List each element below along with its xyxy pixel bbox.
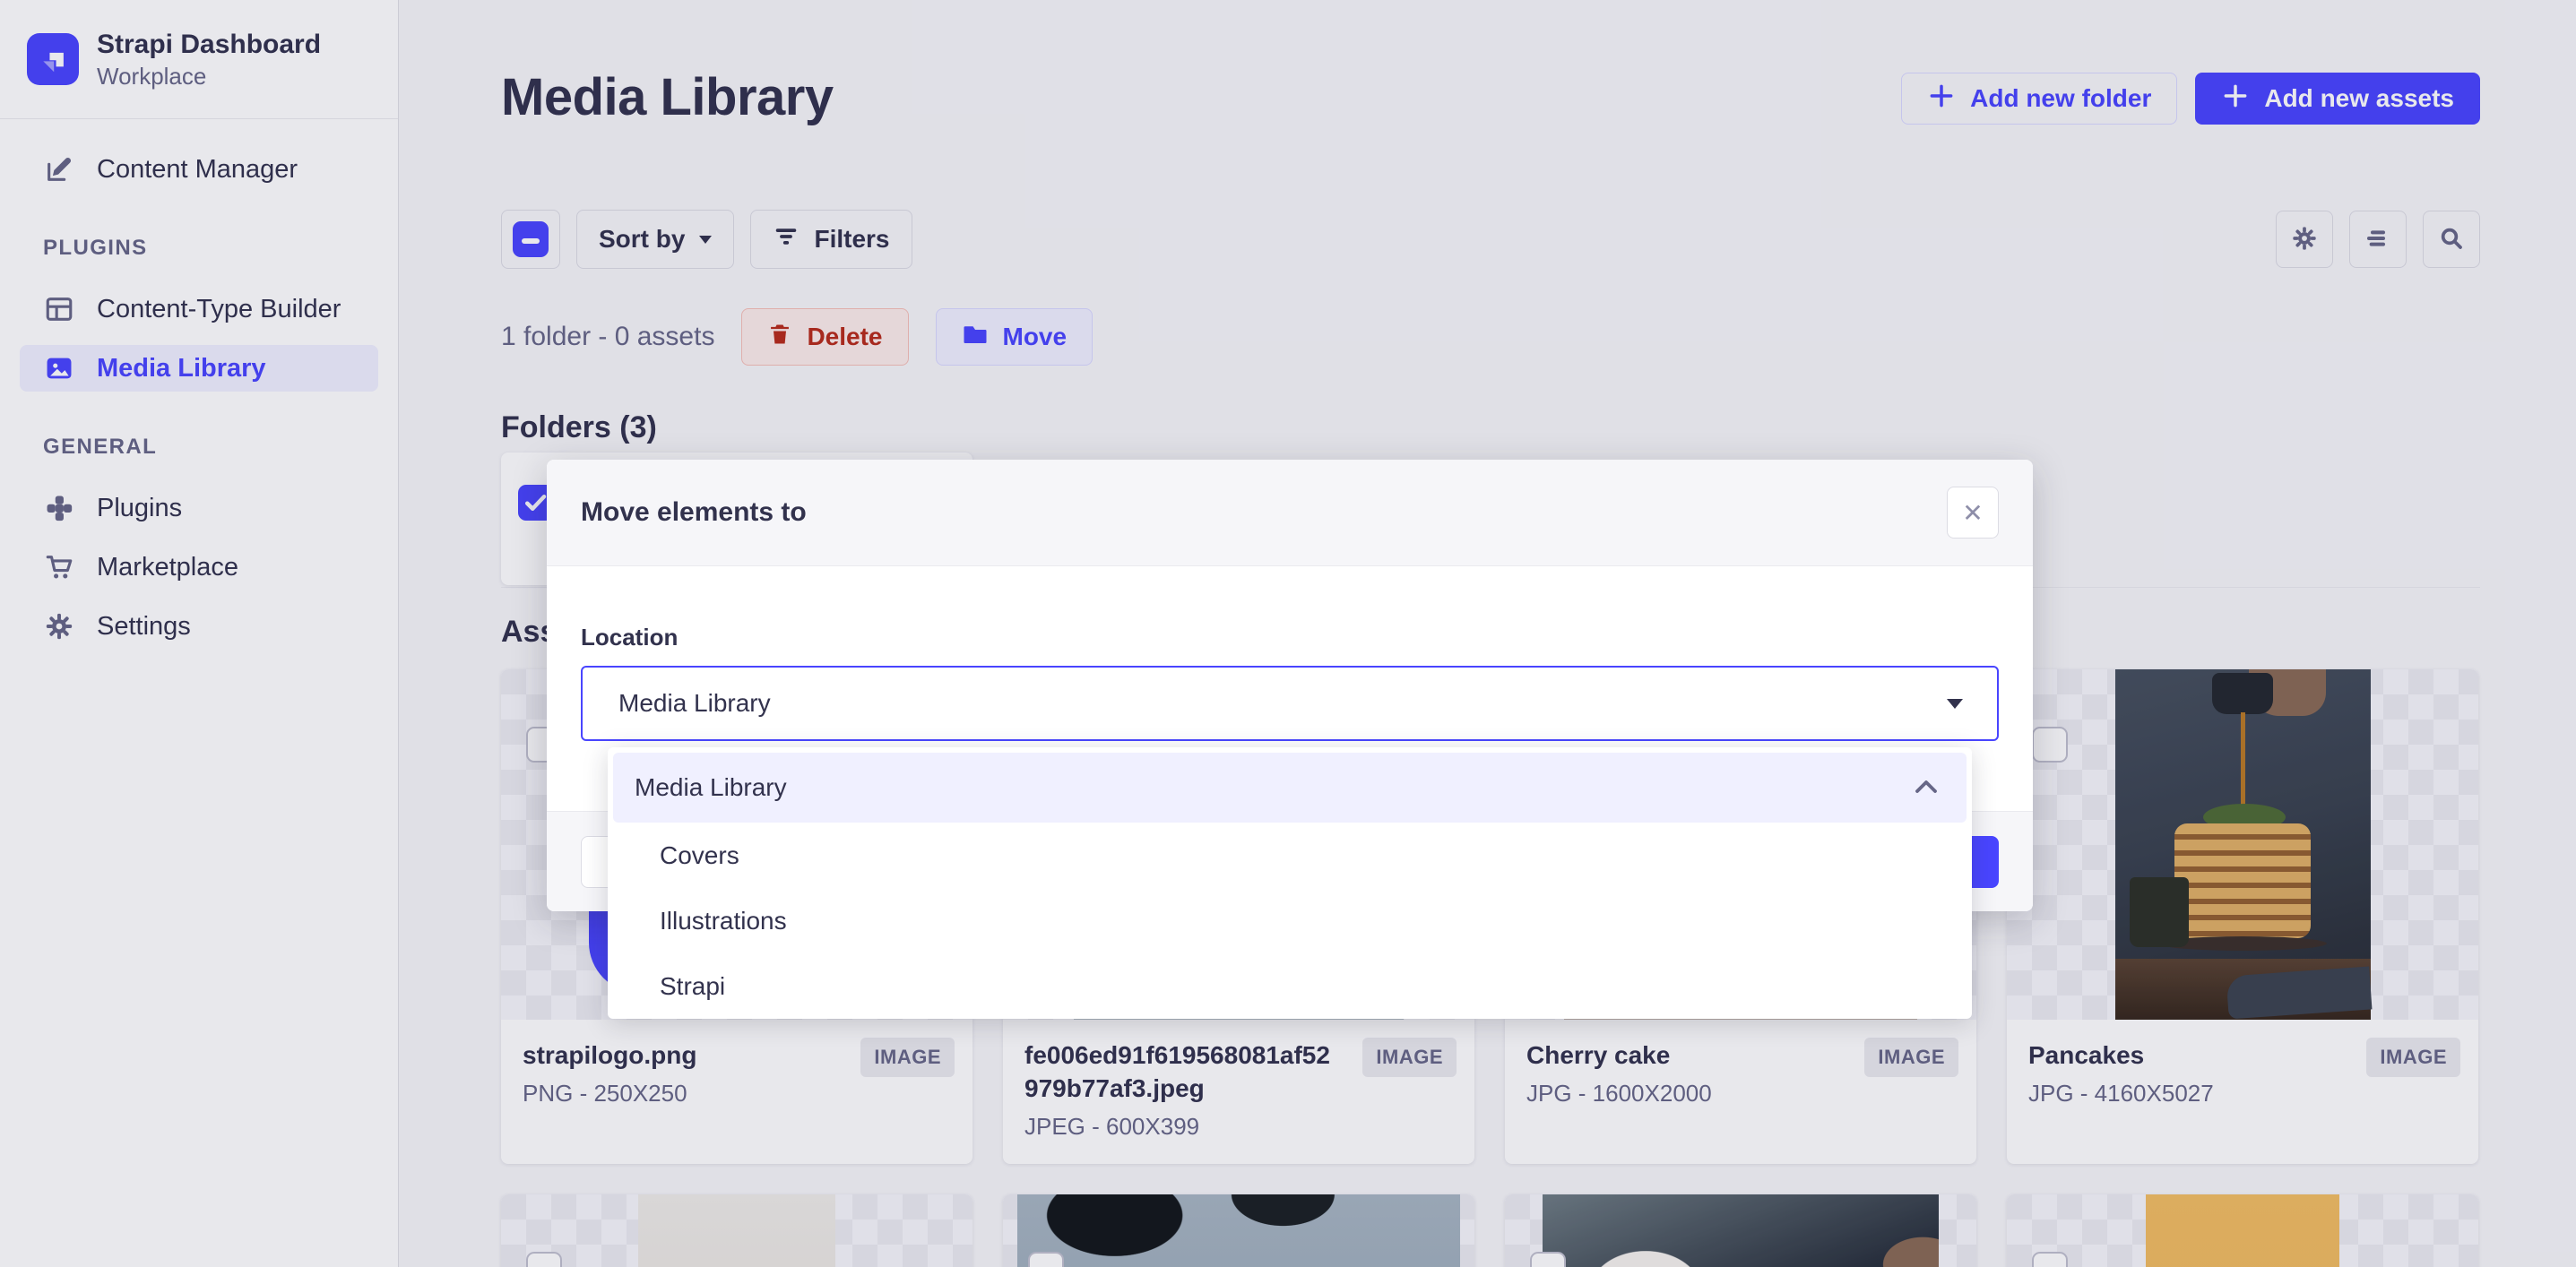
chevron-up-icon (1913, 773, 1940, 802)
dropdown-option-media-library[interactable]: Media Library (613, 753, 1967, 823)
location-select-value: Media Library (618, 689, 771, 718)
chevron-down-icon (1947, 699, 1963, 709)
dropdown-option-strapi[interactable]: Strapi (613, 953, 1967, 1019)
dropdown-option-illustrations[interactable]: Illustrations (613, 888, 1967, 953)
modal-title: Move elements to (581, 497, 807, 528)
modal-close-button[interactable]: ✕ (1947, 487, 1999, 539)
location-dropdown: Media Library Covers Illustrations Strap… (608, 747, 1972, 1019)
close-icon: ✕ (1962, 498, 1983, 528)
dropdown-option-covers[interactable]: Covers (613, 823, 1967, 888)
location-label: Location (581, 624, 1999, 651)
location-select[interactable]: Media Library (581, 666, 1999, 741)
